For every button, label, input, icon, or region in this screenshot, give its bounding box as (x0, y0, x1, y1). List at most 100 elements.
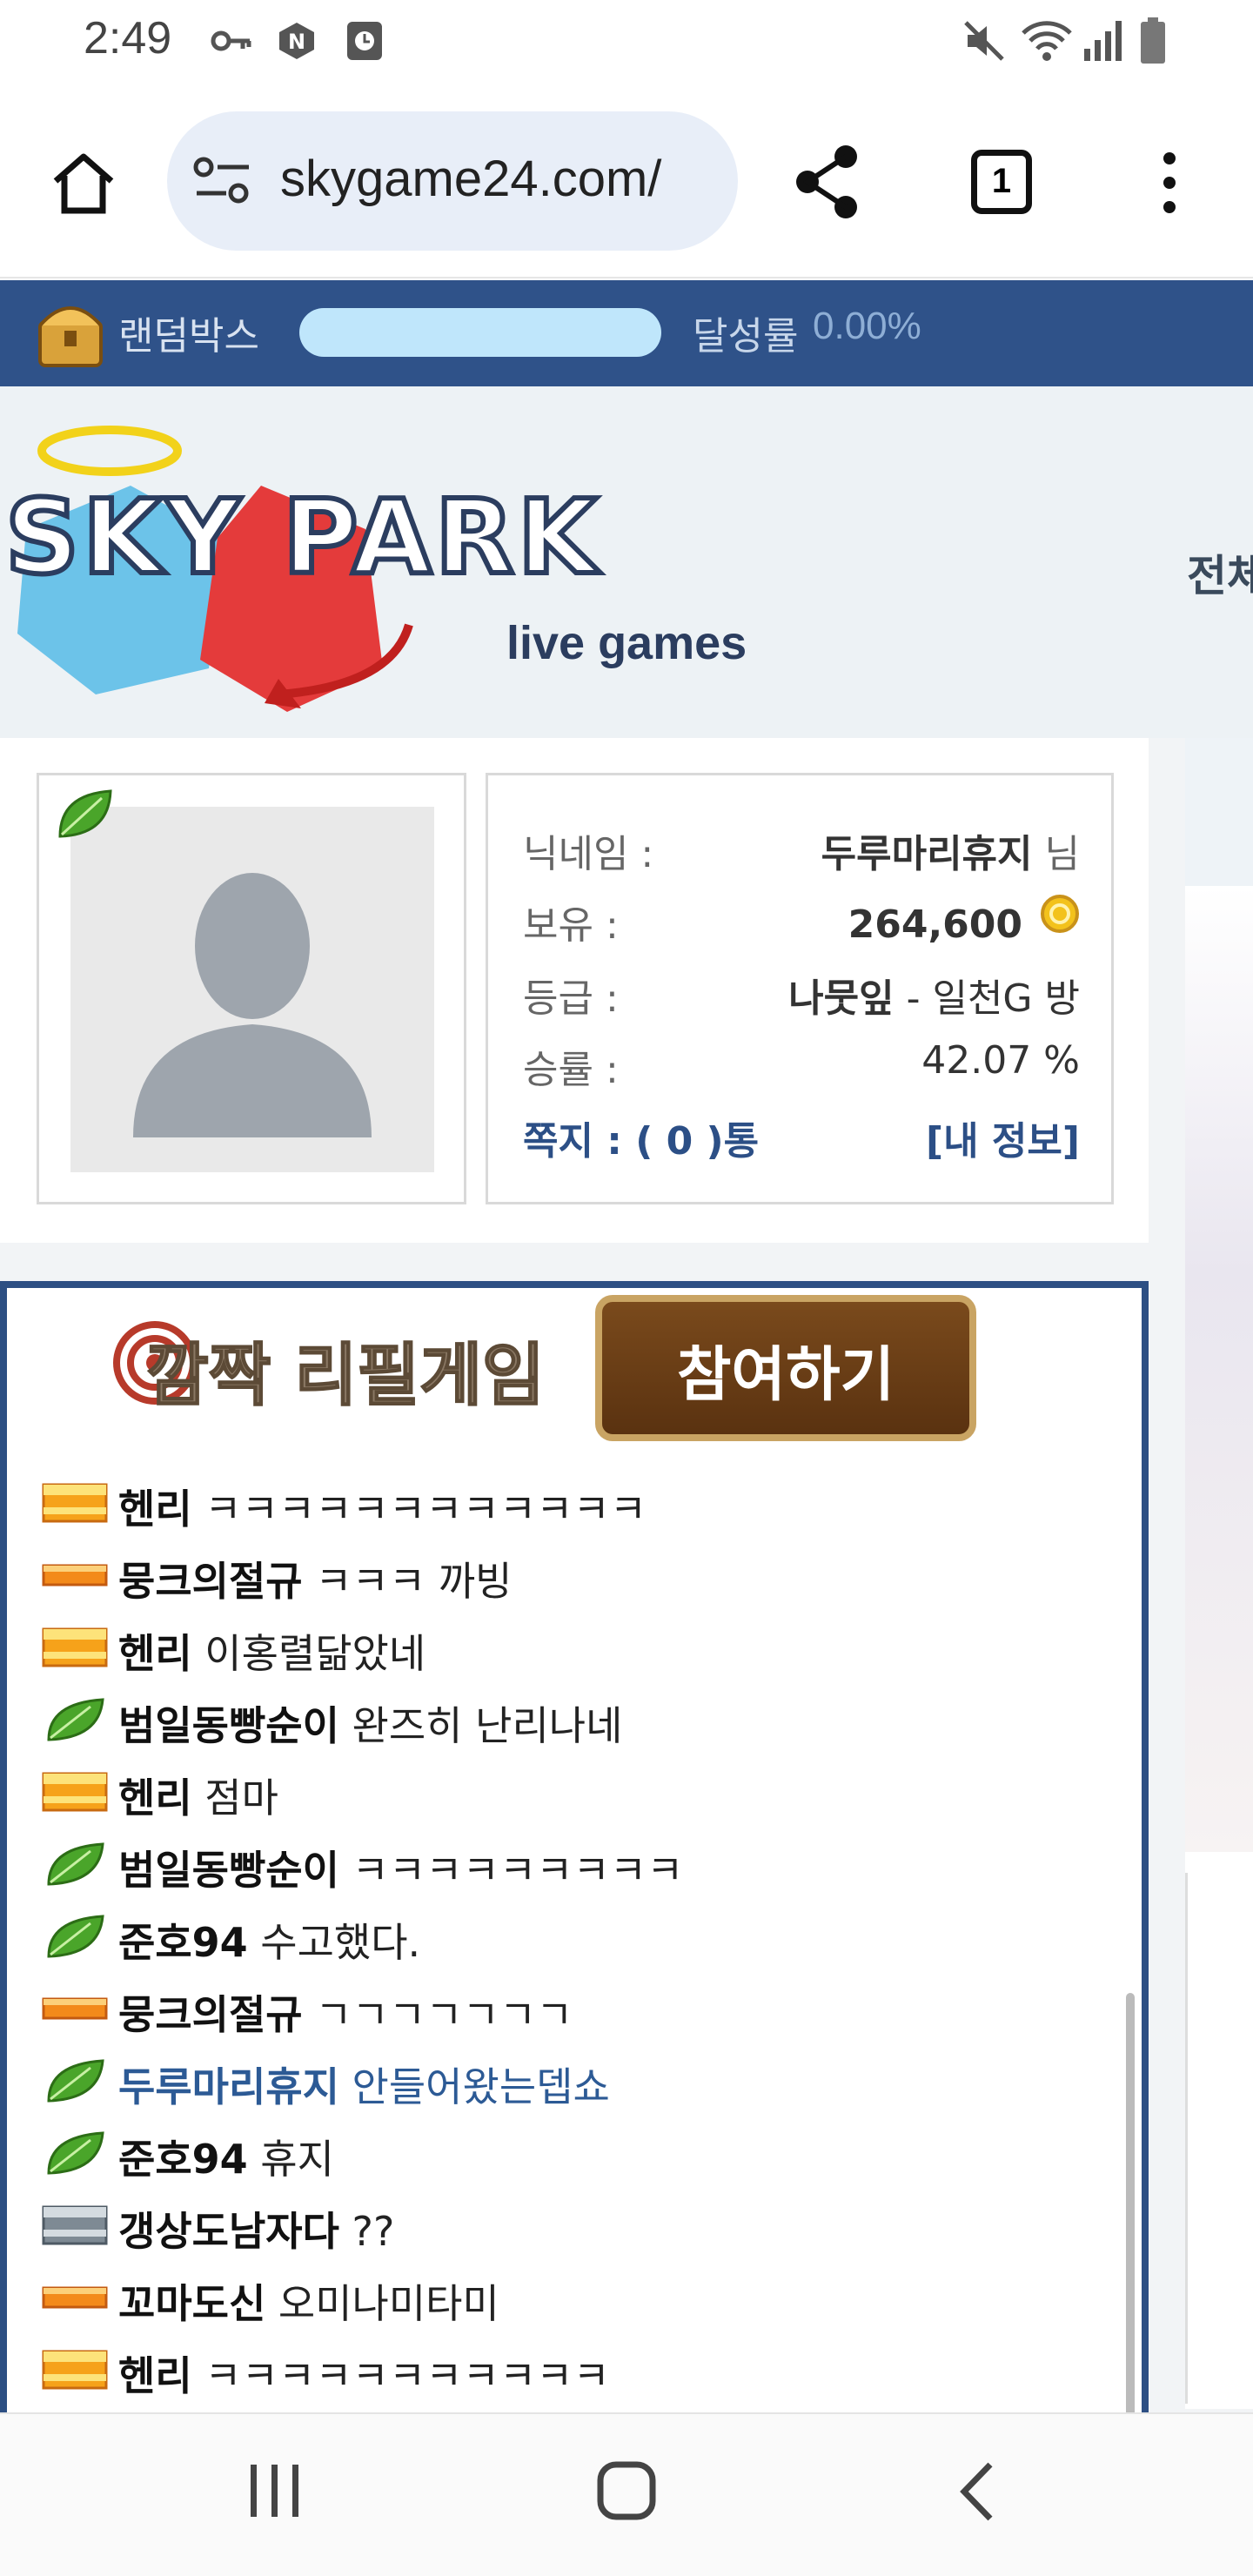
chat-item: 헨리 ㅋㅋㅋㅋㅋㅋㅋㅋㅋㅋㅋㅋ (35, 1471, 1114, 1543)
chat-list: 헨리 ㅋㅋㅋㅋㅋㅋㅋㅋㅋㅋㅋㅋ 뭉크의절규 ㅋㅋㅋ 까빙헨리 이홍렬닮았네범일동빵… (35, 1471, 1114, 2410)
chat-user-name[interactable]: 뭉크의절규 ㅋㅋㅋ 까빙 (118, 1550, 512, 1607)
chat-user-name[interactable]: 범일동빵순이 완즈히 난리나네 (118, 1694, 622, 1752)
treasure-chest-icon (38, 306, 103, 367)
wifi-icon (1022, 21, 1072, 61)
chat-user-name[interactable]: 헨리 ㅋㅋㅋㅋㅋㅋㅋㅋㅋㅋㅋㅋ (118, 1478, 647, 1535)
more-menu-icon[interactable] (1150, 150, 1189, 216)
home-icon[interactable] (49, 148, 118, 218)
web-page: 랜덤박스 달성률 0.00% SKY PARK live games 전체 닉네… (0, 280, 1253, 2412)
money-label: 보유 : (523, 903, 619, 948)
recent-apps-icon[interactable] (249, 2463, 301, 2519)
money-value: 264,600 (848, 902, 1022, 947)
grade-row: 등급 : 나뭇잎 - 일천G 방 (523, 958, 1080, 1021)
grade-label: 등급 : (523, 976, 619, 1021)
coin-icon (1041, 895, 1079, 933)
rank-leaf-icon (47, 1698, 104, 1741)
chat-scrollbar[interactable] (1126, 1993, 1135, 2412)
right-ranking-box (1185, 1873, 1253, 2404)
address-bar[interactable]: skygame24.com/ (167, 111, 738, 251)
my-info-link[interactable]: [내 정보] (926, 1110, 1080, 1165)
chat-message: ㅋㅋㅋㅋㅋㅋㅋㅋㅋㅋㅋ (191, 2352, 610, 2399)
chat-item: 갱상도남자다 ?? (35, 2193, 1114, 2265)
rank-orange-icon (42, 1564, 108, 1587)
money-row: 보유 : 264,600 (523, 885, 1080, 948)
winrate-row: 승률 : 42.07 % (523, 1030, 1080, 1092)
n-badge-icon: N (279, 23, 314, 59)
chat-message: ㄱㄱㄱㄱㄱㄱㄱ (302, 1991, 573, 2038)
chat-user-name[interactable]: 뭉크의절규 ㄱㄱㄱㄱㄱㄱㄱ (118, 1983, 573, 2041)
header-menu-all[interactable]: 전체 (1187, 541, 1253, 604)
chat-message: ?? (338, 2208, 395, 2255)
chat-item: 두루마리휴지 안들어왔는뎁쇼 (35, 2049, 1114, 2121)
chat-user-name[interactable]: 갱상도남자다 ?? (118, 2200, 394, 2257)
status-time: 2:49 (84, 13, 172, 64)
chat-message: 이홍렬닮았네 (191, 1630, 426, 1677)
message-count-link[interactable]: 쪽지 : ( 0 )통 (523, 1110, 759, 1165)
chat-item: 범일동빵순이 완즈히 난리나네 (35, 1687, 1114, 1760)
leaf-grade-icon (58, 789, 112, 838)
user-silhouette-icon (133, 873, 372, 1137)
chat-user-name[interactable]: 범일동빵순이 ㅋㅋㅋㅋㅋㅋㅋㅋㅋ (118, 1839, 683, 1896)
chat-item: 꼬마도신 오미나미타미 (35, 2265, 1114, 2338)
random-box-label: 랜덤박스 (118, 314, 259, 359)
chat-item: 준호94 휴지 (35, 2121, 1114, 2193)
chat-item: 뭉크의절규 ㄱㄱㄱㄱㄱㄱㄱ (35, 1976, 1114, 2049)
logo-text[interactable]: SKY PARK (3, 474, 600, 600)
system-nav-bar (0, 2412, 1253, 2576)
chat-message: ㅋㅋㅋㅋㅋㅋㅋㅋㅋ (338, 1847, 684, 1894)
rank-gold-icon (42, 1483, 108, 1523)
profile-panel: 닉네임 : 두루마리휴지 님 보유 : 264,600 등급 : 나뭇잎 - 일… (0, 738, 1149, 1243)
chat-user-name[interactable]: 준호94 수고했다. (118, 1911, 420, 1969)
rank-leaf-icon (47, 1915, 104, 1958)
rank-gold-icon (42, 1627, 108, 1667)
refill-game-title: 깜짝 리필게임 (145, 1336, 546, 1416)
chat-message: 휴지 (247, 2136, 334, 2183)
tab-switcher-button[interactable]: 1 (971, 150, 1032, 214)
chat-user-name[interactable]: 준호94 휴지 (118, 2128, 334, 2185)
rate-label: 달성률 (693, 314, 799, 359)
chat-user-name[interactable]: 꼬마도신 오미나미타미 (118, 2272, 499, 2330)
back-icon[interactable] (957, 2461, 997, 2522)
join-button[interactable]: 참여하기 (595, 1295, 976, 1441)
chat-message: ㅋㅋㅋ 까빙 (302, 1558, 513, 1605)
grade-value: 나뭇잎 (788, 976, 895, 1021)
home-nav-icon[interactable] (597, 2461, 656, 2520)
random-box-bar: 랜덤박스 달성률 0.00% (0, 280, 1253, 386)
site-header: SKY PARK live games 전체 (0, 386, 1253, 738)
chat-user-name[interactable]: 헨리 ㅋㅋㅋㅋㅋㅋㅋㅋㅋㅋㅋ (118, 2345, 610, 2402)
site-settings-icon[interactable] (193, 155, 252, 207)
chat-item: 범일동빵순이 ㅋㅋㅋㅋㅋㅋㅋㅋㅋ (35, 1832, 1114, 1904)
chat-item: 뭉크의절규 ㅋㅋㅋ 까빙 (35, 1543, 1114, 1615)
chat-message: 완즈히 난리나네 (338, 1702, 623, 1749)
url-text[interactable]: skygame24.com/ (280, 150, 661, 208)
rank-leaf-icon (47, 2059, 104, 2103)
chat-item: 준호94 수고했다. (35, 1904, 1114, 1976)
rank-silver-icon (42, 2205, 108, 2245)
browser-toolbar: skygame24.com/ 1 (0, 87, 1253, 278)
svg-text:N: N (288, 30, 305, 54)
money-value-group: 264,600 (848, 894, 1080, 947)
grade-room: - 일천G 방 (906, 976, 1080, 1021)
right-banner-top (1185, 738, 1253, 886)
nickname-value-group: 두루마리휴지 님 (821, 822, 1080, 878)
random-box-progress (299, 308, 661, 357)
chat-user-name[interactable]: 헨리 점마 (118, 1767, 278, 1824)
chat-message: 오미나미타미 (265, 2280, 499, 2327)
key-icon (211, 30, 251, 51)
rank-gold-icon (42, 2350, 108, 2390)
message-row: 쪽지 : ( 0 )통 [내 정보] (523, 1101, 1080, 1165)
mute-icon (964, 21, 1004, 61)
nickname-value: 두루마리휴지 (821, 832, 1033, 876)
battery-icon (1141, 17, 1165, 64)
chat-user-name[interactable]: 헨리 이홍렬닮았네 (118, 1622, 425, 1680)
chat-item: 헨리 ㅋㅋㅋㅋㅋㅋㅋㅋㅋㅋㅋ (35, 2338, 1114, 2410)
status-bar: 2:49 N (0, 0, 1253, 87)
chat-message: 수고했다. (247, 1919, 421, 1966)
grade-value-group: 나뭇잎 - 일천G 방 (788, 967, 1080, 1023)
chat-message: 점마 (191, 1774, 278, 1821)
right-banner-image (1185, 886, 1253, 1852)
chat-user-name[interactable]: 두루마리휴지 안들어왔는뎁쇼 (118, 2056, 610, 2113)
rank-leaf-icon (47, 2131, 104, 2175)
share-icon[interactable] (792, 143, 865, 221)
chat-message: 안들어왔는뎁쇼 (338, 2063, 610, 2110)
